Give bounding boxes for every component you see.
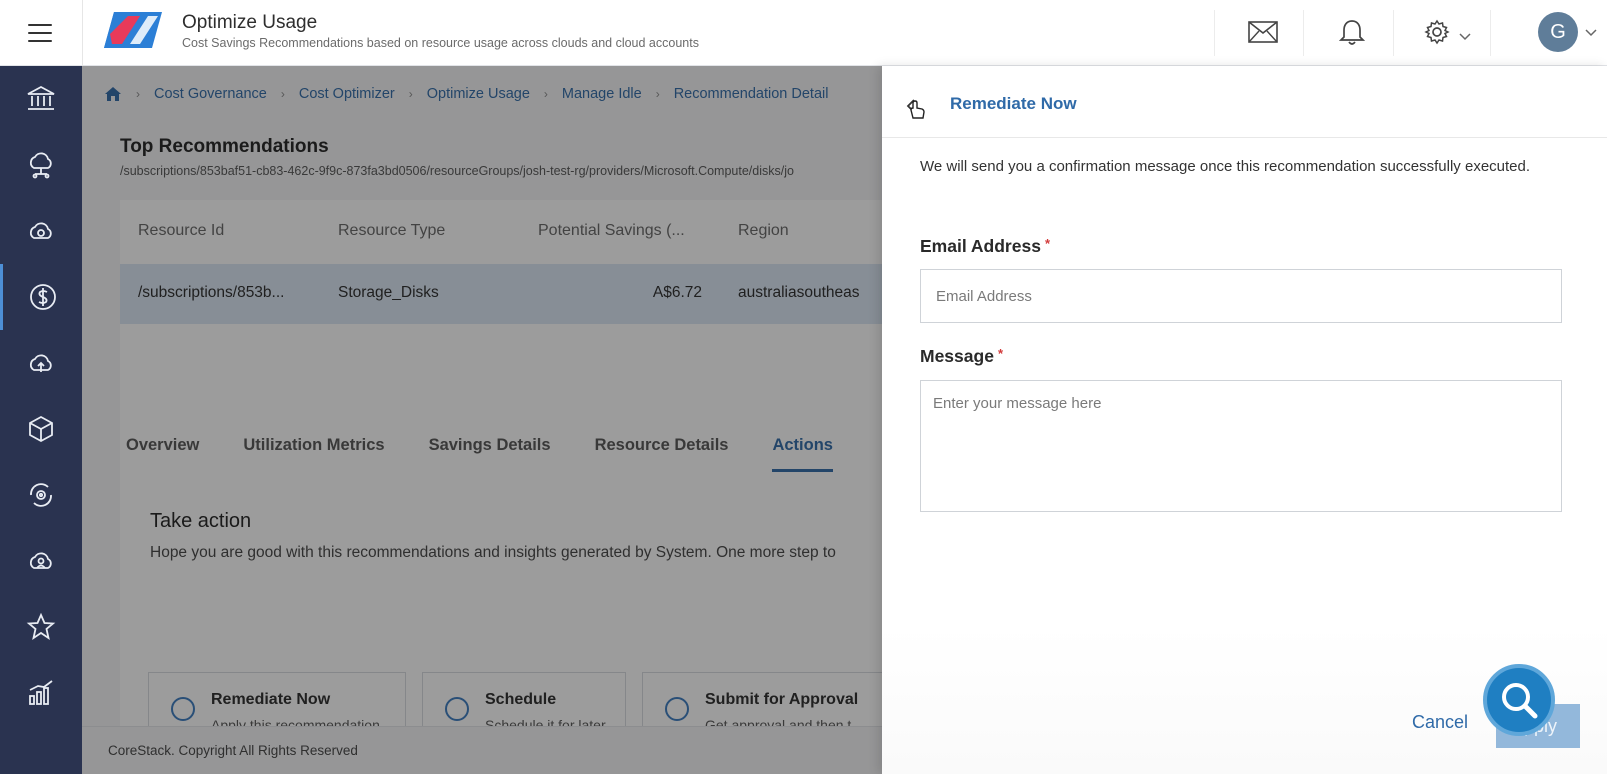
bank-icon[interactable] (0, 66, 82, 132)
drawer-message: We will send you a confirmation message … (920, 158, 1531, 175)
cloud-network-icon[interactable] (0, 132, 82, 198)
header-divider (82, 0, 83, 66)
gear-icon (1424, 19, 1450, 45)
bar-chart-icon[interactable] (0, 660, 82, 726)
gear-cycle-icon[interactable] (0, 462, 82, 528)
dollar-icon[interactable] (0, 264, 82, 330)
left-sidebar (0, 66, 82, 774)
cloud-user-icon[interactable] (0, 528, 82, 594)
header-separator (1393, 10, 1394, 56)
search-icon (1502, 683, 1538, 719)
app-subtitle: Cost Savings Recommendations based on re… (182, 36, 699, 50)
header-separator (1490, 10, 1491, 56)
required-mark: * (997, 346, 1003, 361)
remediate-now-drawer: Remediate Now We will send you a confirm… (882, 66, 1607, 774)
top-bar: Optimize Usage Cost Savings Recommendati… (0, 0, 1607, 66)
back-arrow-icon[interactable] (902, 94, 930, 122)
message-label-text: Message (920, 346, 994, 366)
hamburger-menu-icon[interactable] (20, 20, 60, 46)
chevron-down-icon (1459, 33, 1471, 41)
drawer-title: Remediate Now (950, 94, 1077, 113)
bell-icon[interactable] (1332, 12, 1372, 52)
floating-search-button[interactable] (1483, 664, 1555, 736)
app-logo (104, 12, 162, 48)
star-icon[interactable] (0, 594, 82, 660)
cancel-button[interactable]: Cancel (1412, 712, 1468, 733)
drawer-header: Remediate Now (882, 66, 1607, 138)
user-avatar[interactable]: G (1538, 12, 1578, 52)
cloud-upload-icon[interactable] (0, 330, 82, 396)
settings-menu[interactable] (1420, 12, 1476, 52)
cube-icon[interactable] (0, 396, 82, 462)
cloud-icon[interactable] (0, 198, 82, 264)
mail-icon[interactable] (1243, 12, 1283, 52)
chevron-down-icon[interactable] (1584, 28, 1598, 38)
header-separator (1303, 10, 1304, 56)
header-separator (1214, 10, 1215, 56)
message-label: Message * (920, 346, 1003, 367)
message-textarea[interactable] (920, 380, 1562, 512)
email-label-text: Email Address (920, 236, 1041, 256)
app-title: Optimize Usage (182, 12, 318, 33)
email-input[interactable] (920, 269, 1562, 323)
modal-backdrop[interactable] (82, 66, 882, 774)
email-label: Email Address * (920, 236, 1050, 257)
required-mark: * (1044, 236, 1050, 251)
